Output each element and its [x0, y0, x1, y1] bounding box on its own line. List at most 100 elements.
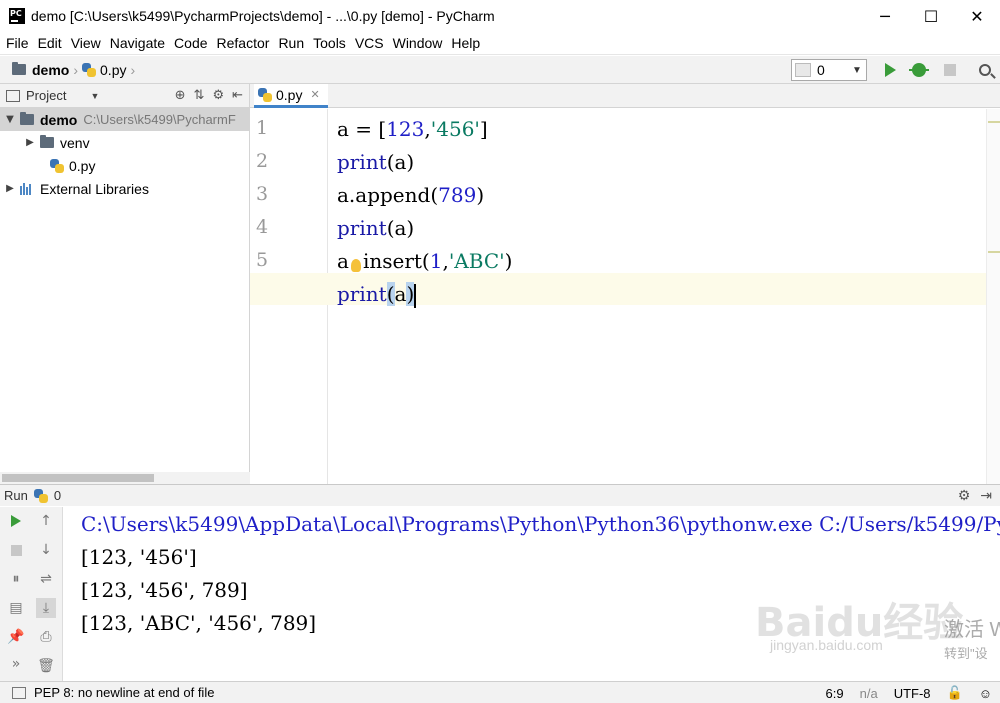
menu-view[interactable]: View — [67, 35, 106, 51]
inspector-icon[interactable]: ☺ — [979, 686, 992, 701]
code-line-1[interactable]: a = [123,'456'] — [337, 113, 488, 145]
console-line: [123, '456'] — [81, 545, 197, 569]
rerun-button[interactable] — [6, 511, 26, 531]
python-file-icon — [33, 488, 48, 503]
menu-run[interactable]: Run — [274, 35, 309, 51]
tree-item-file[interactable]: 0.py — [0, 154, 249, 177]
more-icon: » — [11, 656, 21, 672]
python-file-icon — [50, 158, 64, 173]
code-line-4[interactable]: print(a) — [337, 212, 414, 244]
breadcrumb-separator-icon: › — [130, 61, 136, 78]
code-line-5[interactable]: a insert(1,'ABC') — [337, 245, 512, 277]
breadcrumb-file[interactable]: 0.py — [82, 62, 126, 78]
tree-item-external-libraries[interactable]: ▶ External Libraries — [0, 177, 249, 200]
restore-layout-button[interactable]: ▤ — [6, 598, 26, 618]
line-number: 5 — [256, 249, 269, 271]
expand-arrow-icon[interactable]: ▶ — [24, 137, 36, 148]
chevron-down-icon[interactable]: ▼ — [90, 91, 99, 101]
library-icon — [20, 182, 34, 195]
file-encoding[interactable]: UTF-8 — [894, 686, 931, 701]
run-button[interactable] — [881, 61, 899, 79]
tree-item-venv[interactable]: ▶ venv — [0, 131, 249, 154]
stop-run-button[interactable] — [6, 540, 26, 560]
folder-icon — [12, 62, 26, 75]
menu-code[interactable]: Code — [170, 35, 212, 51]
project-panel-title[interactable]: Project — [26, 88, 66, 103]
minimize-button[interactable]: ─ — [862, 0, 908, 32]
pycharm-logo-icon: PC — [9, 8, 25, 24]
lightbulb-icon[interactable] — [350, 259, 361, 272]
menu-file[interactable]: File — [2, 35, 34, 51]
close-button[interactable]: ✕ — [954, 0, 1000, 32]
tree-item-demo[interactable]: ▼ demo C:\Users\k5499\PycharmF — [0, 108, 249, 131]
scroll-to-end-button[interactable]: ⤓ — [36, 598, 56, 618]
locate-icon[interactable]: ⊕ — [175, 88, 186, 103]
run-panel-header: Run 0 ⚙ ⇥ — [0, 485, 1000, 506]
run-configuration-value: 0 — [817, 62, 825, 78]
code-line-3[interactable]: a.append(789) — [337, 179, 484, 211]
python-file-icon — [82, 62, 97, 77]
console-line: [123, '456', 789] — [81, 578, 248, 602]
breadcrumb-file-label: 0.py — [100, 61, 127, 78]
debug-button[interactable] — [909, 61, 929, 79]
code-line-6[interactable]: print(a) — [337, 278, 417, 310]
expand-arrow-icon[interactable]: ▶ — [4, 183, 16, 194]
menu-navigate[interactable]: Navigate — [106, 35, 170, 51]
editor-tab-label: 0.py — [276, 86, 303, 103]
play-icon — [11, 515, 21, 527]
text-caret — [414, 283, 417, 308]
hide-panel-icon[interactable]: ⇥ — [980, 488, 992, 504]
scrollbar-thumb[interactable] — [2, 474, 154, 482]
caret-position[interactable]: 6:9 — [826, 686, 844, 701]
stop-button[interactable] — [941, 61, 959, 79]
run-panel-title[interactable]: Run — [4, 488, 28, 503]
code-area[interactable]: a = [123,'456'] print(a) a.append(789) p… — [250, 109, 1000, 484]
menu-tools[interactable]: Tools — [309, 35, 351, 51]
stripe-marker[interactable] — [988, 251, 1000, 253]
expand-arrow-icon[interactable]: ▼ — [4, 114, 16, 125]
breadcrumb-project[interactable]: demo — [12, 62, 69, 78]
menu-refactor[interactable]: Refactor — [213, 35, 275, 51]
status-widgets: 6:9 n/a UTF-8 🔓 ☺ — [826, 685, 992, 701]
activate-windows-subtext: 转到"设 — [944, 646, 988, 661]
hide-panel-icon[interactable]: ⇤ — [232, 88, 243, 103]
code-line-2[interactable]: print(a) — [337, 146, 414, 178]
play-icon — [884, 63, 896, 77]
soft-wrap-button[interactable]: ⇌ — [36, 569, 56, 589]
tree-item-label: External Libraries — [40, 180, 149, 197]
search-everywhere-button[interactable] — [976, 61, 994, 79]
error-stripe[interactable] — [986, 109, 1000, 484]
folder-icon — [40, 135, 54, 148]
menu-window[interactable]: Window — [389, 35, 448, 51]
scroll-down-button[interactable]: ↓ — [36, 540, 56, 560]
maximize-button[interactable]: ☐ — [908, 0, 954, 32]
more-actions-button[interactable]: » — [6, 654, 26, 674]
gear-icon[interactable]: ⚙ — [958, 488, 971, 504]
editor-tab[interactable]: 0.py ✕ — [254, 84, 328, 108]
stripe-marker[interactable] — [988, 121, 1000, 123]
lock-icon[interactable]: 🔓 — [947, 685, 963, 701]
line-separator[interactable]: n/a — [860, 686, 878, 701]
console-line: C:\Users\k5499\AppData\Local\Programs\Py… — [81, 512, 1000, 536]
gear-icon[interactable]: ⚙ — [212, 88, 224, 103]
menu-vcs[interactable]: VCS — [351, 35, 389, 51]
stop-icon — [944, 64, 956, 76]
run-panel-tools: ⚙ ⇥ — [958, 488, 992, 504]
scroll-up-button[interactable]: ↑ — [36, 511, 56, 531]
console-line: [123, 'ABC', '456', 789] — [81, 611, 317, 635]
tool-windows-icon[interactable] — [12, 686, 26, 699]
pin-tab-button[interactable]: 📌 — [6, 627, 26, 647]
stop-icon — [10, 544, 22, 556]
run-config-tab[interactable]: 0 — [54, 488, 61, 503]
line-number: 2 — [256, 150, 269, 172]
print-button[interactable]: ⎙ — [36, 627, 56, 647]
close-icon[interactable]: ✕ — [310, 88, 319, 101]
menu-edit[interactable]: Edit — [34, 35, 67, 51]
menu-help[interactable]: Help — [447, 35, 485, 51]
collapse-all-icon[interactable]: ⇅ — [194, 88, 205, 103]
line-number: 3 — [256, 183, 269, 205]
run-configuration-select[interactable]: 0 ▼ — [791, 59, 867, 81]
pause-button[interactable]: ⏸ — [6, 569, 26, 589]
horizontal-scrollbar[interactable] — [0, 472, 250, 484]
clear-all-button[interactable]: 🗑 — [36, 656, 56, 676]
